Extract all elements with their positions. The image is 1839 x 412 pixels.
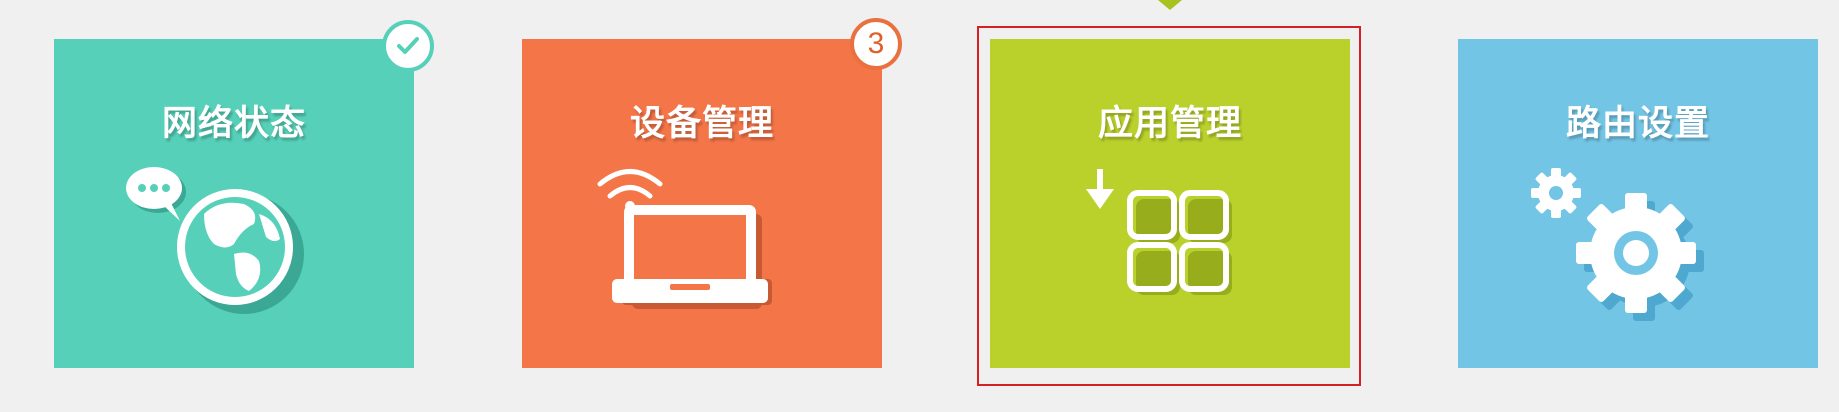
gear-icon bbox=[1531, 168, 1704, 321]
tile-device-management[interactable]: 设备管理 bbox=[522, 39, 882, 368]
tile-network-status[interactable]: 网络状态 bbox=[54, 39, 414, 368]
home-menu: 网络状态 设备管理 应用管理 路由设置 3 bbox=[0, 0, 1839, 412]
selection-pointer-icon bbox=[1158, 0, 1182, 10]
network-status-ok-badge bbox=[382, 20, 434, 72]
tile-router-settings[interactable]: 路由设置 bbox=[1458, 39, 1818, 368]
laptop-wifi-icon bbox=[597, 169, 772, 309]
check-icon bbox=[397, 37, 419, 54]
globe-icon bbox=[126, 167, 304, 314]
device-count-badge: 3 bbox=[850, 18, 902, 70]
selected-tile-frame bbox=[977, 26, 1361, 386]
